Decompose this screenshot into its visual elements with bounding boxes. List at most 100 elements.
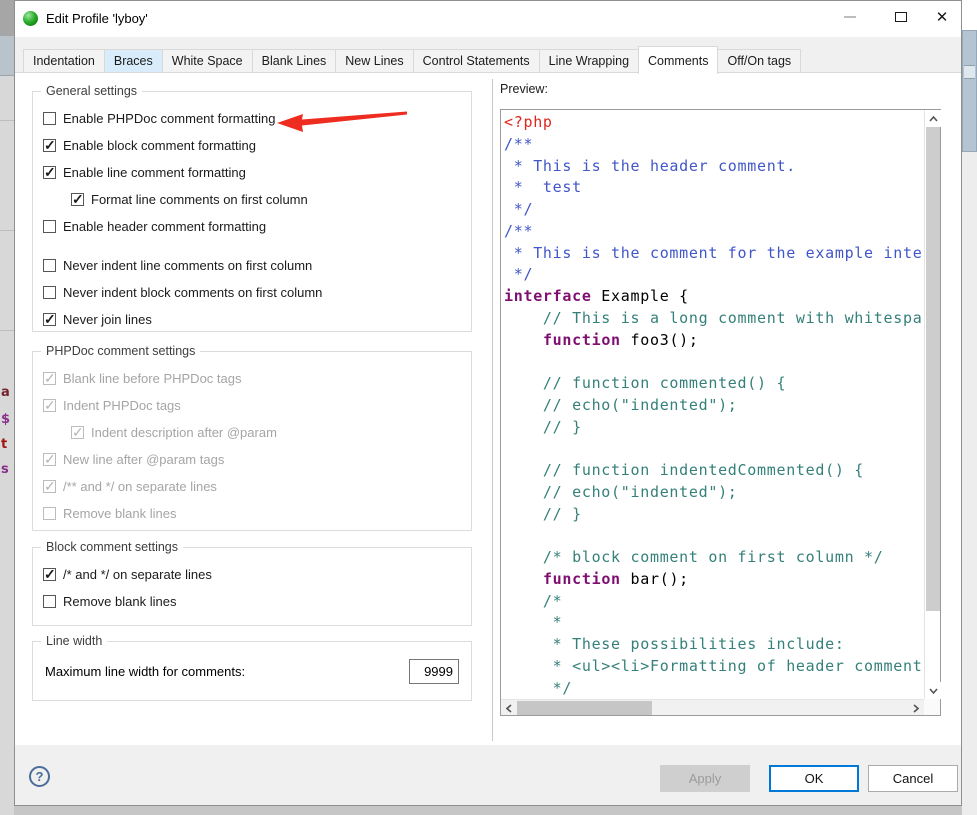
checked-checkbox-icon bbox=[71, 426, 84, 439]
background-line bbox=[0, 330, 14, 331]
preview-box: <?php /** * This is the header comment. *… bbox=[500, 109, 941, 716]
unchecked-checkbox-icon[interactable] bbox=[43, 220, 56, 233]
checked-checkbox-icon[interactable] bbox=[43, 166, 56, 179]
checkbox-row-format-line-comments-on-first-column[interactable]: Format line comments on first column bbox=[33, 186, 471, 213]
cancel-button[interactable]: Cancel bbox=[868, 765, 958, 792]
code-line bbox=[504, 351, 923, 373]
checkbox-row-enable-line-comment-formatting[interactable]: Enable line comment formatting bbox=[33, 159, 471, 186]
checkbox-label: Indent PHPDoc tags bbox=[63, 398, 181, 413]
checked-checkbox-icon bbox=[43, 480, 56, 493]
background-window-right-strip bbox=[962, 0, 977, 815]
horizontal-scrollbar-thumb[interactable] bbox=[517, 701, 652, 715]
checkbox-label: Enable line comment formatting bbox=[63, 165, 246, 180]
checkbox-label: /* and */ on separate lines bbox=[63, 567, 212, 582]
preview-label: Preview: bbox=[500, 82, 548, 96]
code-line: * This is the comment for the example in… bbox=[504, 243, 923, 265]
checkbox-row-and-on-separate-lines[interactable]: /* and */ on separate lines bbox=[33, 561, 471, 588]
scroll-down-button[interactable] bbox=[925, 682, 941, 699]
preview-vertical-scrollbar[interactable] bbox=[924, 110, 940, 699]
checkbox-label: Enable header comment formatting bbox=[63, 219, 266, 234]
checked-checkbox-icon[interactable] bbox=[43, 139, 56, 152]
code-line: // This is a long comment with whitespac… bbox=[504, 308, 923, 330]
unchecked-checkbox-icon[interactable] bbox=[43, 259, 56, 272]
edit-profile-dialog: Edit Profile 'lyboy' ✕ IndentationBraces… bbox=[14, 0, 962, 806]
code-line: * <ul><li>Formatting of header comments. bbox=[504, 656, 923, 678]
checkbox-row-enable-phpdoc-comment-formatting[interactable]: Enable PHPDoc comment formatting bbox=[33, 105, 471, 132]
scroll-up-button[interactable] bbox=[925, 110, 941, 127]
code-line: * This is the header comment. bbox=[504, 156, 923, 178]
chevron-down-icon bbox=[929, 688, 938, 694]
code-line: // function indentedCommented() { bbox=[504, 460, 923, 482]
line-width-input[interactable] bbox=[409, 659, 459, 684]
tab-comments[interactable]: Comments bbox=[638, 46, 718, 74]
checkbox-label: Format line comments on first column bbox=[91, 192, 308, 207]
code-line: // echo("indented"); bbox=[504, 482, 923, 504]
chevron-right-icon bbox=[913, 704, 919, 713]
checkbox-label: Blank line before PHPDoc tags bbox=[63, 371, 241, 386]
group-line-width: Line widthMaximum line width for comment… bbox=[32, 641, 472, 701]
maximize-button[interactable] bbox=[881, 1, 921, 33]
maximize-icon bbox=[895, 12, 907, 22]
ok-button[interactable]: OK bbox=[769, 765, 859, 792]
code-line: */ bbox=[504, 678, 923, 699]
group-title: PHPDoc comment settings bbox=[41, 344, 200, 358]
background-text-fragment: s bbox=[1, 462, 14, 477]
code-line: * These possibilities include: bbox=[504, 634, 923, 656]
background-block bbox=[962, 0, 977, 30]
checkbox-row-enable-block-comment-formatting[interactable]: Enable block comment formatting bbox=[33, 132, 471, 159]
preview-horizontal-scrollbar[interactable] bbox=[501, 699, 924, 715]
checked-checkbox-icon[interactable] bbox=[43, 313, 56, 326]
tab-new-lines[interactable]: New Lines bbox=[335, 49, 413, 73]
code-line: // } bbox=[504, 504, 923, 526]
preview-code: <?php /** * This is the header comment. *… bbox=[501, 112, 923, 698]
checkbox-row-new-line-after-param-tags: New line after @param tags bbox=[33, 446, 471, 473]
settings-panel: General settingsEnable PHPDoc comment fo… bbox=[15, 73, 492, 746]
help-button[interactable]: ? bbox=[29, 766, 50, 787]
tab-white-space[interactable]: White Space bbox=[162, 49, 253, 73]
unchecked-checkbox-icon[interactable] bbox=[43, 595, 56, 608]
line-width-label: Maximum line width for comments: bbox=[45, 664, 245, 679]
footer: ? ApplyOKCancel bbox=[15, 745, 961, 805]
code-line: function bar(); bbox=[504, 569, 923, 591]
checkbox-row-never-indent-block-comments-on-first-column[interactable]: Never indent block comments on first col… bbox=[33, 279, 471, 306]
code-line: * bbox=[504, 612, 923, 634]
tab-off-on-tags[interactable]: Off/On tags bbox=[717, 49, 801, 73]
background-scrollbar bbox=[962, 30, 977, 152]
checkbox-label: Never indent block comments on first col… bbox=[63, 285, 322, 300]
unchecked-checkbox-icon[interactable] bbox=[43, 112, 56, 125]
background-scrollbar-thumb bbox=[964, 65, 975, 79]
checkbox-row-never-join-lines[interactable]: Never join lines bbox=[33, 306, 471, 333]
checked-checkbox-icon[interactable] bbox=[43, 568, 56, 581]
panel-divider bbox=[492, 79, 493, 741]
checkbox-row-remove-blank-lines[interactable]: Remove blank lines bbox=[33, 588, 471, 615]
checkbox-row-and-on-separate-lines: /** and */ on separate lines bbox=[33, 473, 471, 500]
titlebar[interactable]: Edit Profile 'lyboy' ✕ bbox=[15, 1, 961, 37]
group-phpdoc-comment-settings: PHPDoc comment settingsBlank line before… bbox=[32, 351, 472, 531]
scroll-left-button[interactable] bbox=[501, 700, 517, 716]
unchecked-checkbox-icon[interactable] bbox=[43, 286, 56, 299]
checkbox-row-never-indent-line-comments-on-first-column[interactable]: Never indent line comments on first colu… bbox=[33, 252, 471, 279]
tab-braces[interactable]: Braces bbox=[104, 49, 163, 73]
checkbox-row-enable-header-comment-formatting[interactable]: Enable header comment formatting bbox=[33, 213, 471, 240]
background-text-fragment: t bbox=[1, 437, 14, 452]
code-line: // function commented() { bbox=[504, 373, 923, 395]
checkbox-row-indent-phpdoc-tags: Indent PHPDoc tags bbox=[33, 392, 471, 419]
code-line bbox=[504, 525, 923, 547]
vertical-scrollbar-thumb[interactable] bbox=[926, 127, 940, 611]
screen: a$ts Edit Profile 'lyboy' ✕ IndentationB… bbox=[0, 0, 977, 815]
tab-control-statements[interactable]: Control Statements bbox=[413, 49, 540, 73]
unchecked-checkbox-icon bbox=[43, 507, 56, 520]
tab-indentation[interactable]: Indentation bbox=[23, 49, 105, 73]
tab-line-wrapping[interactable]: Line Wrapping bbox=[539, 49, 639, 73]
code-line: /* bbox=[504, 591, 923, 613]
scroll-right-button[interactable] bbox=[908, 700, 924, 716]
tab-blank-lines[interactable]: Blank Lines bbox=[252, 49, 337, 73]
checked-checkbox-icon[interactable] bbox=[71, 193, 84, 206]
group-block-comment-settings: Block comment settings/* and */ on separ… bbox=[32, 547, 472, 626]
background-block bbox=[0, 36, 14, 76]
minimize-button[interactable] bbox=[830, 1, 870, 33]
code-line: /** bbox=[504, 221, 923, 243]
close-button[interactable]: ✕ bbox=[922, 1, 962, 33]
checkbox-label: New line after @param tags bbox=[63, 452, 224, 467]
code-line: <?php bbox=[504, 112, 923, 134]
